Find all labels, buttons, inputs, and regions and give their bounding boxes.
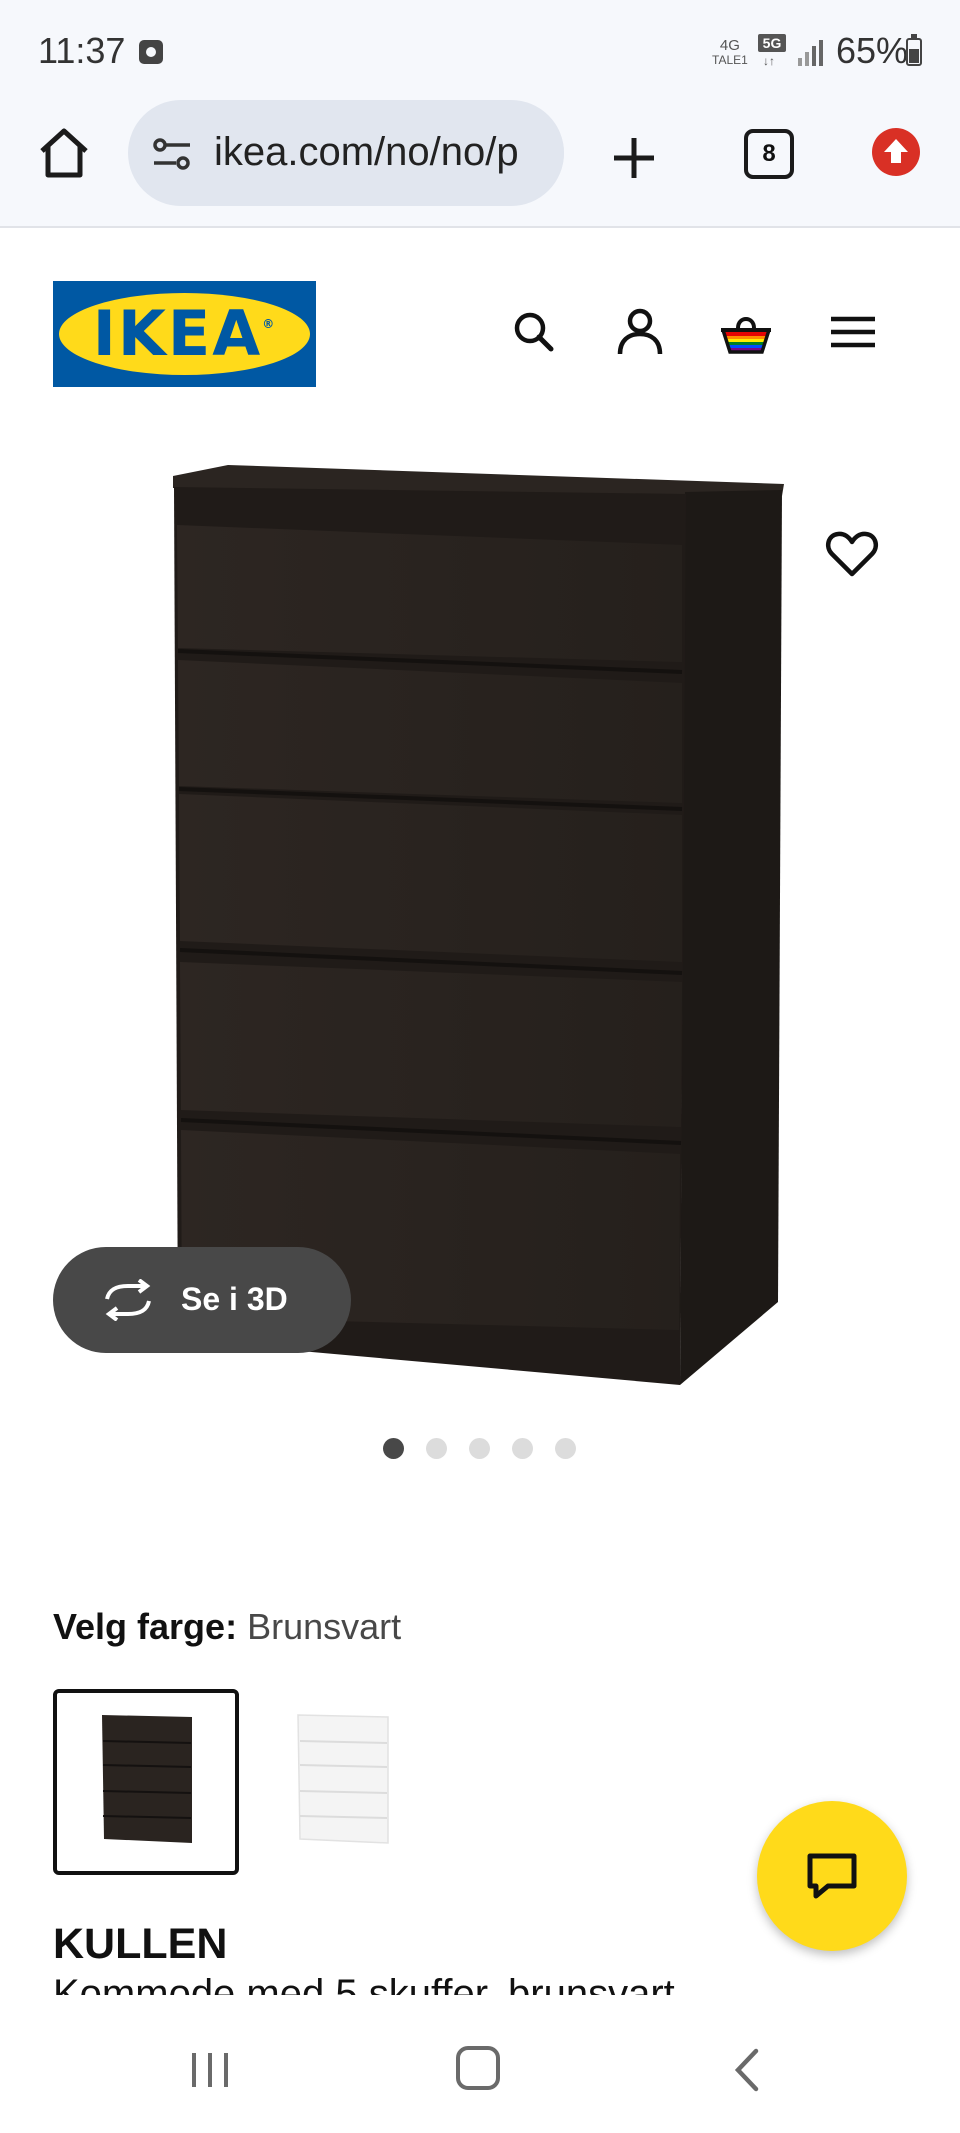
search-icon[interactable] [506,304,562,360]
address-bar[interactable]: ikea.com/no/no/p [128,100,564,206]
recent-apps-icon[interactable] [188,2049,232,2091]
ikea-logo[interactable]: IKEA® [53,281,316,387]
view-3d-label: Se i 3D [181,1281,288,1317]
selected-color: Brunsvart [247,1606,402,1647]
color-selection-label: Velg farge: Brunsvart [53,1606,401,1648]
update-icon[interactable] [872,128,920,176]
product-name: KULLEN [53,1920,228,1968]
carousel-dot[interactable] [469,1438,490,1459]
network-4g-indicator: 4G TALE1 [712,38,748,68]
network-5g-icon: 5G ↓↑ [758,34,788,68]
carousel-dot[interactable] [383,1438,404,1459]
browser-toolbar: ikea.com/no/no/p 8 [0,100,960,228]
heart-icon[interactable] [822,524,882,584]
registered-mark: ® [262,317,277,331]
notification-icon [139,40,163,64]
battery-percentage: 65% [836,30,909,71]
network-5g-label: 5G [758,34,786,52]
carousel-dot[interactable] [426,1438,447,1459]
home-icon[interactable] [34,123,94,183]
chat-icon [807,1853,857,1899]
status-bar: 11:37 4G TALE1 5G ↓↑ 65% [0,0,960,100]
data-arrows-icon: ↓↑ [763,54,775,68]
battery-icon [906,34,922,66]
new-tab-icon[interactable] [604,128,664,188]
site-settings-icon[interactable] [152,136,192,172]
account-icon[interactable] [612,304,668,360]
tab-switcher-button[interactable]: 8 [744,129,794,179]
logo-text: IKEA [92,297,263,370]
color-option-brunsvart[interactable] [53,1689,239,1875]
carousel-dot[interactable] [555,1438,576,1459]
color-prompt: Velg farge: [53,1606,238,1647]
cart-icon[interactable] [718,304,774,360]
color-option-white[interactable] [272,1689,458,1875]
view-3d-button[interactable]: Se i 3D [53,1247,351,1353]
home-nav-icon[interactable] [456,2046,500,2090]
chat-button[interactable] [757,1801,907,1951]
menu-icon[interactable] [825,304,881,360]
back-icon[interactable] [728,2045,768,2095]
carousel-dot[interactable] [512,1438,533,1459]
network-4g-label: 4G [719,37,740,54]
status-time: 11:37 [38,30,126,71]
url-text: ikea.com/no/no/p [214,130,519,174]
signal-strength-icon [798,40,824,66]
network-carrier-label: TALE1 [712,53,748,67]
rotate-3d-icon [105,1279,151,1321]
